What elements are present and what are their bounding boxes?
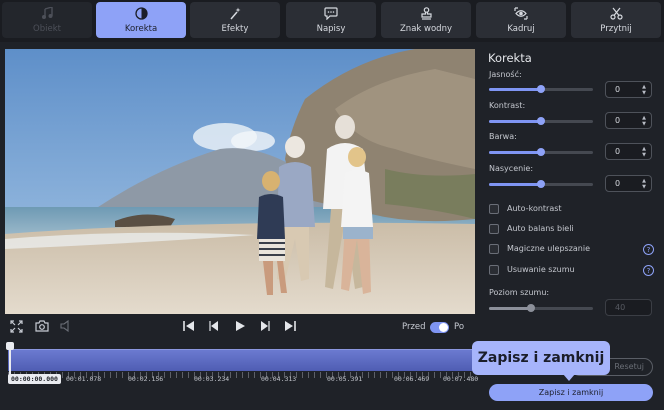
video-frame-image [5, 49, 475, 314]
tooltip-pointer [563, 374, 575, 381]
slider-knob[interactable] [526, 304, 535, 312]
time-mark: 00:06.469 [394, 375, 430, 383]
hue-spinbox[interactable]: 0 ▲ ▼ [605, 143, 652, 160]
skip-to-start-icon[interactable] [183, 320, 195, 332]
brightness-slider[interactable] [489, 85, 593, 93]
contrast-icon [134, 7, 148, 21]
skip-to-end-icon[interactable] [284, 320, 296, 332]
before-label: Przed [402, 322, 426, 332]
tab-label: Napisy [316, 23, 346, 34]
noise-level-spinbox[interactable]: 40 [605, 299, 652, 316]
time-mark: 00:05.391 [327, 375, 363, 383]
auto-contrast-checkbox[interactable] [489, 204, 499, 214]
tab-label: Obiekt [33, 23, 61, 34]
save-button-label: Zapisz i zamknij [538, 388, 604, 397]
magic-enhance-label: Magiczne ulepszanie [507, 244, 591, 253]
saturation-slider[interactable] [489, 180, 593, 188]
before-after-toggle[interactable] [430, 322, 449, 333]
slider-fill [489, 183, 541, 186]
tab-label: Korekta [124, 23, 158, 34]
tab-label: Efekty [221, 23, 249, 34]
tab-obiekt[interactable]: Obiekt [2, 2, 92, 38]
save-tooltip: Zapisz i zamknij [472, 341, 610, 375]
tab-efekty[interactable]: Efekty [190, 2, 280, 38]
contrast-slider[interactable] [489, 117, 593, 125]
video-preview[interactable] [5, 49, 475, 314]
contrast-spinbox[interactable]: 0 ▲ ▼ [605, 112, 652, 129]
time-mark: 00:03.234 [194, 375, 230, 383]
save-and-close-button[interactable]: Zapisz i zamknij [489, 384, 653, 401]
tab-label: Kadruj [507, 23, 535, 34]
scissors-icon [609, 7, 623, 21]
spinbox-value: 0 [615, 147, 621, 156]
spinbox-value: 0 [615, 179, 621, 188]
time-mark: 00:07.480 [443, 375, 479, 383]
magic-enhance-checkbox[interactable] [489, 244, 499, 254]
denoise-label: Usuwanie szumu [507, 265, 575, 274]
tab-kadruj[interactable]: Kadruj [476, 2, 566, 38]
slider-fill [489, 307, 531, 310]
auto-white-balance-checkbox[interactable] [489, 224, 499, 234]
panel-title: Korekta [488, 51, 532, 65]
noise-level-label: Poziom szumu: [489, 288, 550, 297]
after-label: Po [454, 322, 465, 332]
noise-level-slider[interactable] [489, 304, 593, 312]
auto-contrast-label: Auto-kontrast [507, 204, 562, 213]
current-time: 00:00:00.000 [8, 374, 61, 384]
tab-znak-wodny[interactable]: Znak wodny [381, 2, 471, 38]
spin-arrows-icon[interactable]: ▲ ▼ [642, 84, 646, 96]
slider-knob[interactable] [537, 180, 545, 188]
help-icon[interactable]: ? [643, 265, 654, 276]
saturation-label: Nasycenie: [489, 164, 534, 173]
slider-knob[interactable] [537, 85, 545, 93]
music-note-icon [41, 7, 53, 21]
brightness-spinbox[interactable]: 0 ▲ ▼ [605, 81, 652, 98]
time-mark: 00:01.078 [66, 375, 102, 383]
spin-arrows-icon[interactable]: ▲ ▼ [642, 115, 646, 127]
tab-przytnij[interactable]: Przytnij [571, 2, 661, 38]
tab-napisy[interactable]: Napisy [286, 2, 376, 38]
next-frame-icon[interactable] [259, 320, 271, 332]
slider-knob[interactable] [537, 117, 545, 125]
hue-label: Barwa: [489, 132, 517, 141]
timeline[interactable]: 00:00:00.000 00:01.078 00:02.156 00:03.2… [0, 342, 480, 410]
slider-fill [489, 151, 541, 154]
tab-label: Przytnij [600, 23, 632, 34]
help-icon[interactable]: ? [643, 244, 654, 255]
camera-icon[interactable] [35, 320, 49, 332]
play-icon[interactable] [234, 320, 246, 332]
reset-button-label: Resetuj [614, 362, 644, 371]
saturation-spinbox[interactable]: 0 ▲ ▼ [605, 175, 652, 192]
previous-frame-icon[interactable] [208, 320, 220, 332]
hue-slider[interactable] [489, 148, 593, 156]
tab-bar: Obiekt Korekta Efekty Napisy Znak wodny … [0, 0, 664, 42]
speech-bubble-icon [324, 7, 338, 21]
slider-knob[interactable] [537, 148, 545, 156]
time-mark: 00:04.313 [261, 375, 297, 383]
stamp-icon [420, 7, 433, 21]
time-mark: 00:02.156 [128, 375, 164, 383]
playhead-handle[interactable] [6, 342, 14, 350]
brightness-label: Jasność: [489, 70, 522, 79]
tooltip-text: Zapisz i zamknij [477, 350, 605, 366]
spinbox-value: 0 [615, 116, 621, 125]
tab-korekta[interactable]: Korekta [96, 2, 186, 38]
volume-icon[interactable] [60, 320, 73, 332]
denoise-checkbox[interactable] [489, 265, 499, 275]
slider-fill [489, 120, 541, 123]
slider-fill [489, 88, 541, 91]
tab-label: Znak wodny [399, 23, 452, 34]
player-controls: Przed Po [0, 314, 480, 342]
spinbox-value: 40 [615, 303, 626, 312]
timeline-track[interactable] [8, 349, 474, 371]
contrast-label: Kontrast: [489, 101, 526, 110]
magic-wand-icon [229, 7, 242, 21]
spin-arrows-icon[interactable]: ▲ ▼ [642, 178, 646, 190]
fullscreen-icon[interactable] [10, 320, 23, 333]
auto-white-balance-label: Auto balans bieli [507, 224, 574, 233]
crop-icon [514, 7, 528, 21]
spin-arrows-icon[interactable]: ▲ ▼ [642, 146, 646, 158]
spinbox-value: 0 [615, 85, 621, 94]
